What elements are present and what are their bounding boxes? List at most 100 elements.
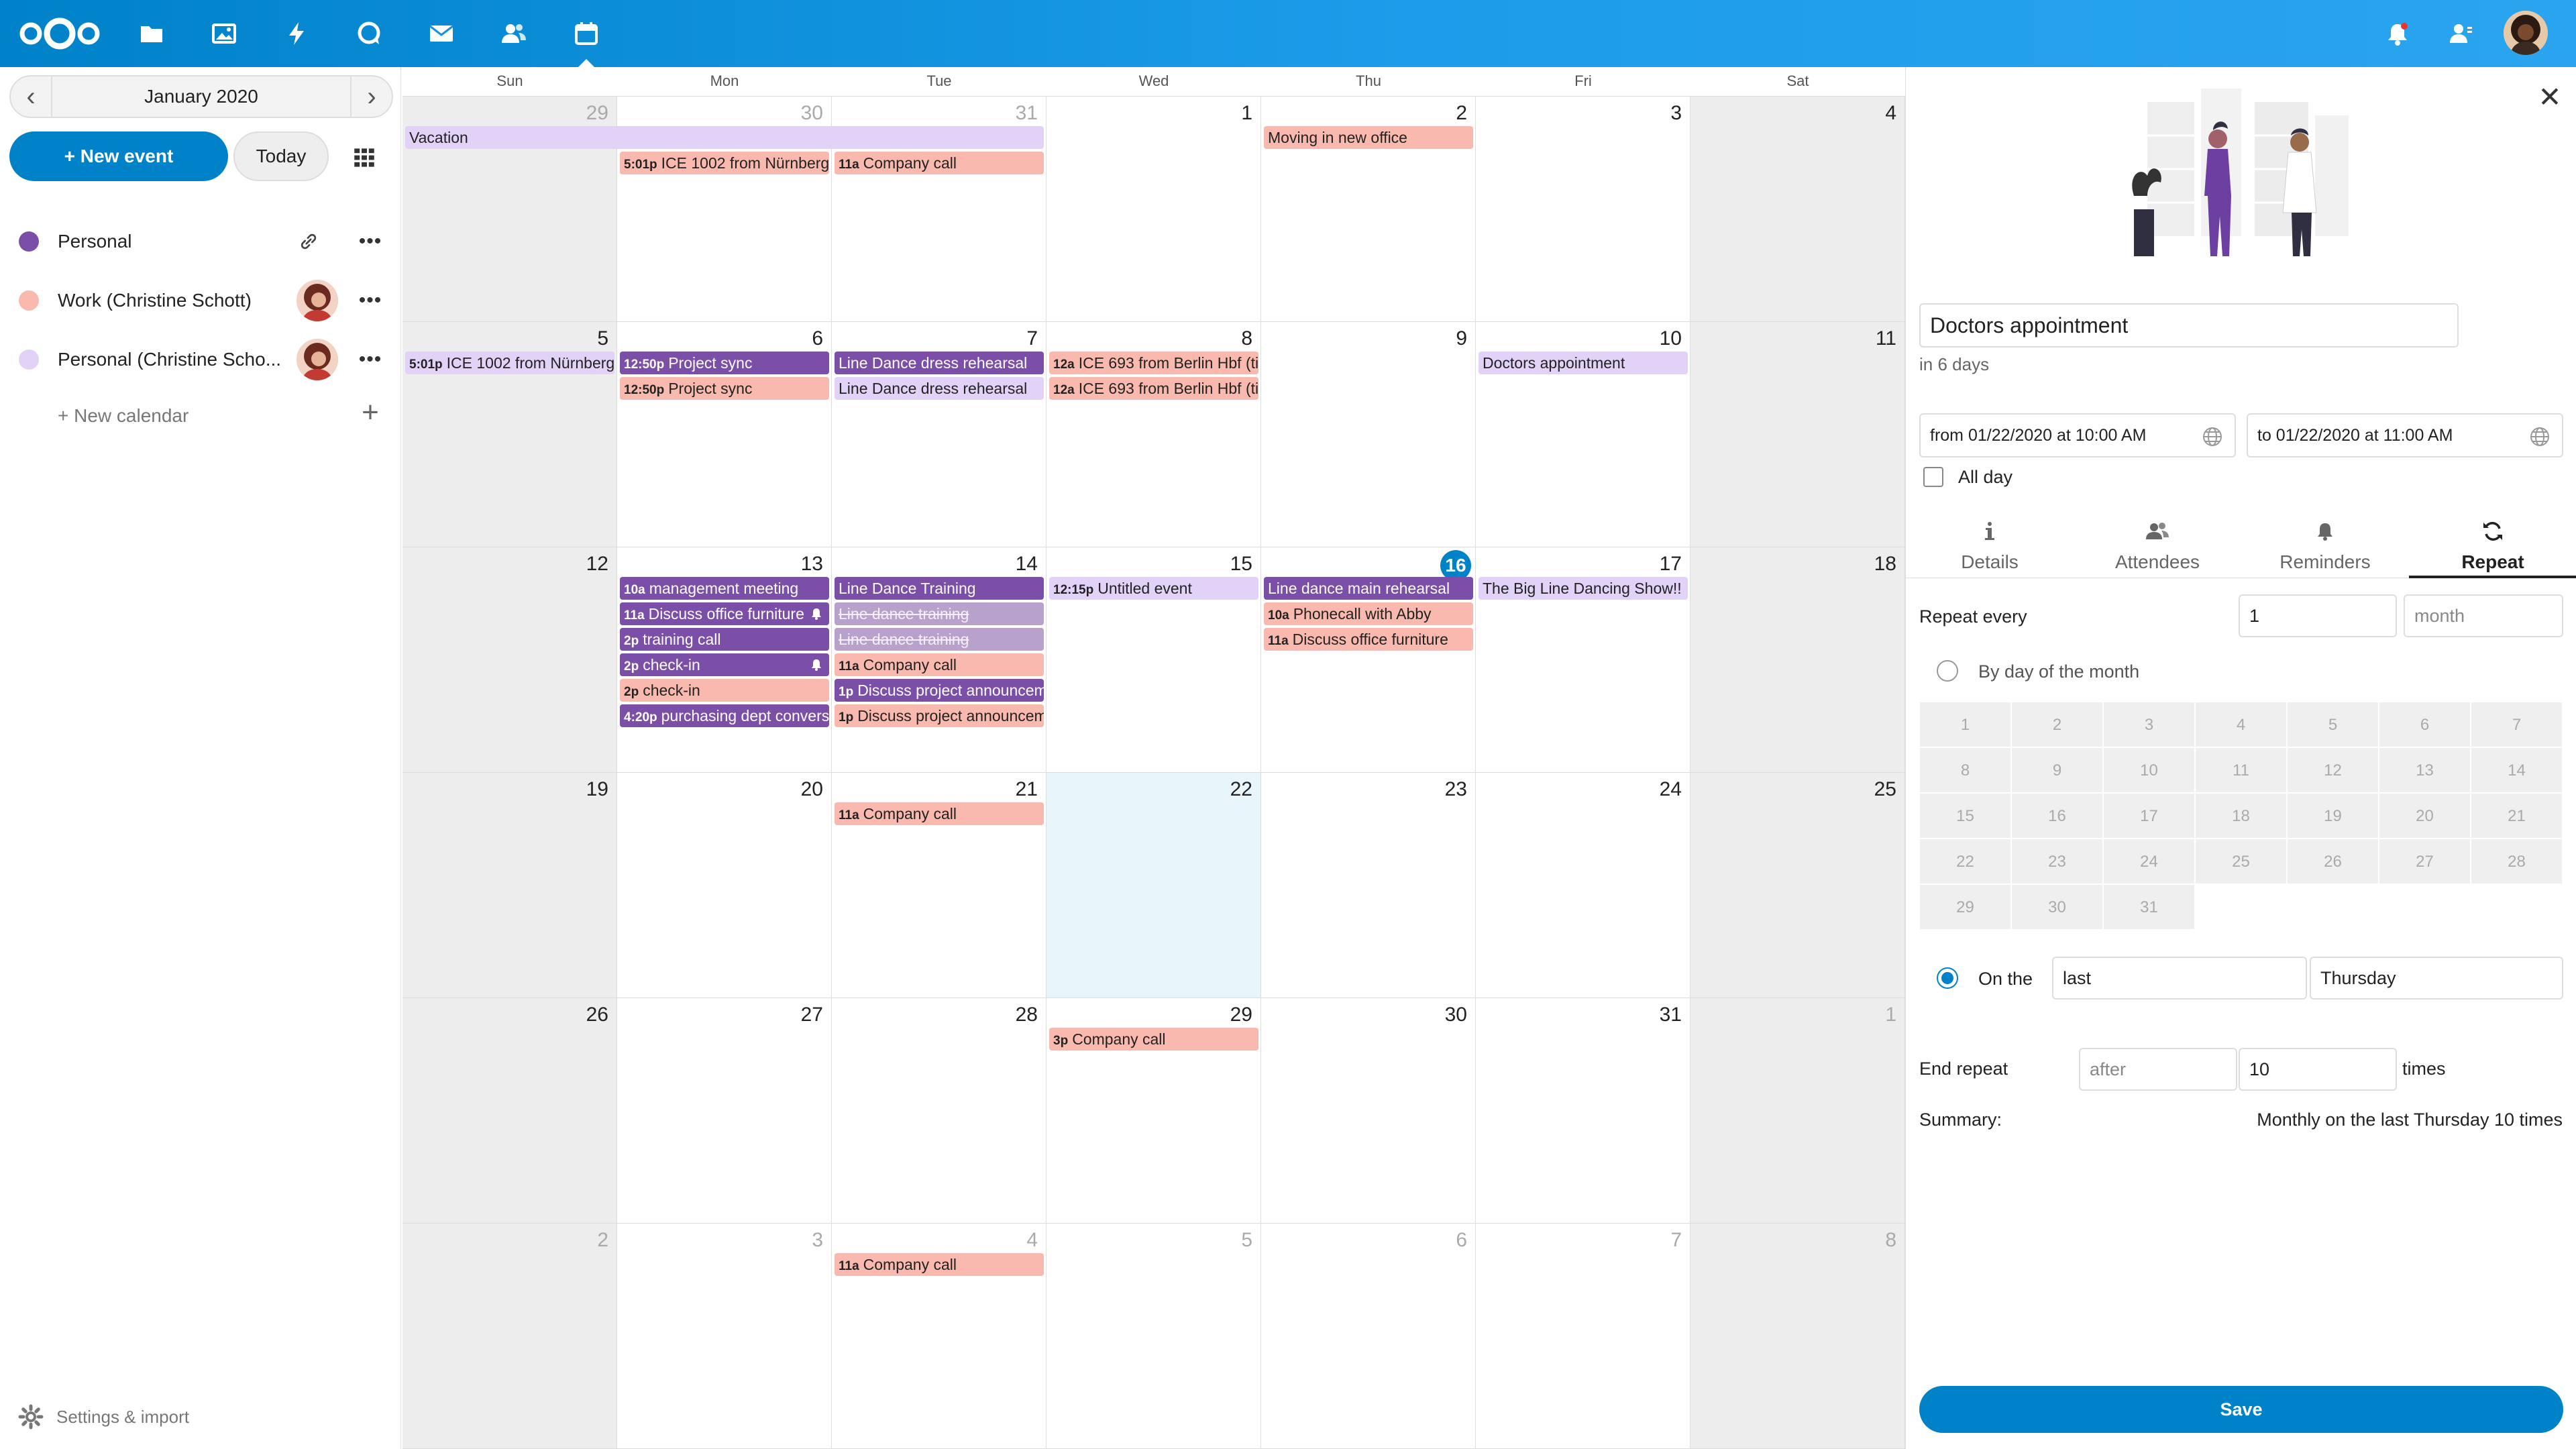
month-day-option[interactable]: 4 (2195, 702, 2287, 747)
month-picker[interactable]: ‹ January 2020 › (9, 75, 393, 118)
day-number[interactable]: 14 (1016, 553, 1038, 576)
day-cell[interactable]: 1 (1046, 97, 1261, 322)
day-number[interactable]: 31 (1660, 1004, 1682, 1026)
month-day-option[interactable]: 5 (2287, 702, 2379, 747)
calendar-event[interactable]: Vacation (405, 126, 1044, 149)
day-cell[interactable]: 9 (1261, 322, 1476, 547)
calendar-event[interactable]: Line Dance Training (835, 577, 1044, 600)
tab-repeat[interactable]: Repeat (2409, 510, 2576, 578)
month-day-option[interactable]: 17 (2103, 793, 2195, 839)
calendar-event[interactable]: 3p Company call (1049, 1028, 1258, 1051)
day-cell[interactable]: 20 (617, 773, 832, 998)
calendar-event[interactable]: The Big Line Dancing Show!! (1479, 577, 1688, 600)
calendar-event[interactable]: Line dance main rehearsal (1264, 577, 1473, 600)
by-day-of-month-radio[interactable] (1937, 660, 1958, 682)
calendar-event[interactable]: 1pDiscuss project announcement (835, 704, 1044, 727)
day-cell[interactable]: 30 (1261, 998, 1476, 1224)
day-number[interactable]: 10 (1660, 327, 1682, 350)
day-number[interactable]: 25 (1874, 778, 1896, 801)
end-repeat-type-select[interactable]: after (2079, 1048, 2237, 1091)
calendar-event[interactable]: 1pDiscuss project announcement (835, 679, 1044, 702)
day-number[interactable]: 11 (1876, 327, 1896, 350)
month-day-option[interactable]: 21 (2471, 793, 2563, 839)
month-day-option[interactable]: 31 (2103, 884, 2195, 930)
day-cell[interactable]: 28 (832, 998, 1046, 1224)
day-cell[interactable]: 1 (1690, 998, 1905, 1224)
day-cell[interactable]: 8 (1690, 1224, 1905, 1449)
day-number[interactable]: 17 (1660, 553, 1682, 576)
calendar-event[interactable]: 10a Phonecall with Abby (1264, 602, 1473, 625)
calendar-event[interactable]: Line Dance dress rehearsal (835, 352, 1044, 374)
month-day-option[interactable]: 23 (2011, 839, 2103, 884)
share-link-icon[interactable] (295, 228, 322, 255)
calendar-event[interactable]: 11a Discuss office furniture (1264, 628, 1473, 651)
event-title-input[interactable] (1919, 303, 2459, 347)
day-number[interactable]: 5 (597, 327, 608, 350)
month-day-option[interactable]: 20 (2379, 793, 2471, 839)
calendar-event[interactable]: 5:01p ICE 1002 from Nürnberg (620, 152, 829, 174)
day-cell[interactable]: 12 (402, 547, 617, 773)
month-day-option[interactable]: 19 (2287, 793, 2379, 839)
month-day-option[interactable]: 6 (2379, 702, 2471, 747)
day-number[interactable]: 12 (586, 553, 608, 576)
day-cell[interactable]: 31 (1476, 998, 1690, 1224)
day-number[interactable]: 4 (1885, 102, 1896, 125)
more-actions-icon[interactable]: ••• (356, 345, 385, 374)
new-event-button[interactable]: + New event (9, 131, 228, 181)
on-the-label[interactable]: On the (1978, 969, 2033, 989)
day-number[interactable]: 30 (801, 102, 823, 125)
user-avatar[interactable] (2504, 11, 2548, 55)
day-number[interactable]: 4 (1026, 1229, 1038, 1252)
calendar-event[interactable]: 2p check-in (620, 679, 829, 702)
day-number[interactable]: 2 (597, 1229, 608, 1252)
by-day-of-month-label[interactable]: By day of the month (1978, 661, 2139, 682)
today-button[interactable]: Today (233, 131, 329, 181)
month-day-option[interactable]: 29 (1919, 884, 2011, 930)
day-number[interactable]: 5 (1241, 1229, 1252, 1252)
day-cell[interactable]: 26 (402, 998, 617, 1224)
day-cell[interactable]: 5 (1046, 1224, 1261, 1449)
mail-icon[interactable] (423, 15, 460, 52)
calendar-event[interactable]: Line dance training (835, 628, 1044, 651)
day-number[interactable]: 20 (801, 778, 823, 801)
day-number[interactable]: 7 (1026, 327, 1038, 350)
view-switcher-icon[interactable] (347, 141, 381, 174)
day-cell[interactable]: 24 (1476, 773, 1690, 998)
calendar-event[interactable]: 11a Company call (835, 152, 1044, 174)
calendar-event[interactable]: 12:50p Project sync (620, 377, 829, 400)
month-day-option[interactable]: 12 (2287, 747, 2379, 793)
tab-details[interactable]: Details (1906, 510, 2074, 578)
day-number[interactable]: 22 (1230, 778, 1252, 801)
month-day-option[interactable]: 7 (2471, 702, 2563, 747)
month-day-option[interactable]: 18 (2195, 793, 2287, 839)
month-day-option[interactable]: 28 (2471, 839, 2563, 884)
tab-attendees[interactable]: Attendees (2074, 510, 2241, 578)
month-day-option[interactable]: 8 (1919, 747, 2011, 793)
day-number[interactable]: 19 (586, 778, 608, 801)
calendar-event[interactable]: 12:50p Project sync (620, 352, 829, 374)
month-day-option[interactable]: 10 (2103, 747, 2195, 793)
day-cell[interactable]: 3 (617, 1224, 832, 1449)
month-day-option[interactable]: 25 (2195, 839, 2287, 884)
day-number[interactable]: 1 (1241, 102, 1252, 125)
calendar-color-dot[interactable] (19, 350, 39, 370)
day-number[interactable]: 28 (1016, 1004, 1038, 1026)
day-number[interactable]: 6 (1456, 1229, 1467, 1252)
close-icon[interactable]: ✕ (2535, 81, 2565, 113)
day-cell[interactable]: 4 (1690, 97, 1905, 322)
timezone-globe-icon[interactable] (2528, 425, 2551, 448)
start-datetime-input[interactable]: from 01/22/2020 at 10:00 AM (1919, 413, 2236, 458)
day-cell[interactable]: 25 (1690, 773, 1905, 998)
day-number[interactable]: 23 (1445, 778, 1467, 801)
month-day-option[interactable]: 13 (2379, 747, 2471, 793)
month-day-option[interactable]: 27 (2379, 839, 2471, 884)
day-number[interactable]: 18 (1874, 553, 1896, 576)
calendar-event[interactable]: 11a Company call (835, 653, 1044, 676)
calendar-item-personal-shared[interactable]: Personal (Christine Scho... ••• (0, 333, 401, 386)
end-datetime-input[interactable]: to 01/22/2020 at 11:00 AM (2247, 413, 2563, 458)
calendar-event[interactable]: 5:01p ICE 1002 from Nürnberg (405, 352, 614, 374)
calendar-event[interactable]: Line dance training (835, 602, 1044, 625)
on-the-position-select[interactable]: last (2052, 957, 2307, 1000)
timezone-globe-icon[interactable] (2201, 425, 2224, 448)
calendar-icon[interactable] (568, 15, 605, 67)
